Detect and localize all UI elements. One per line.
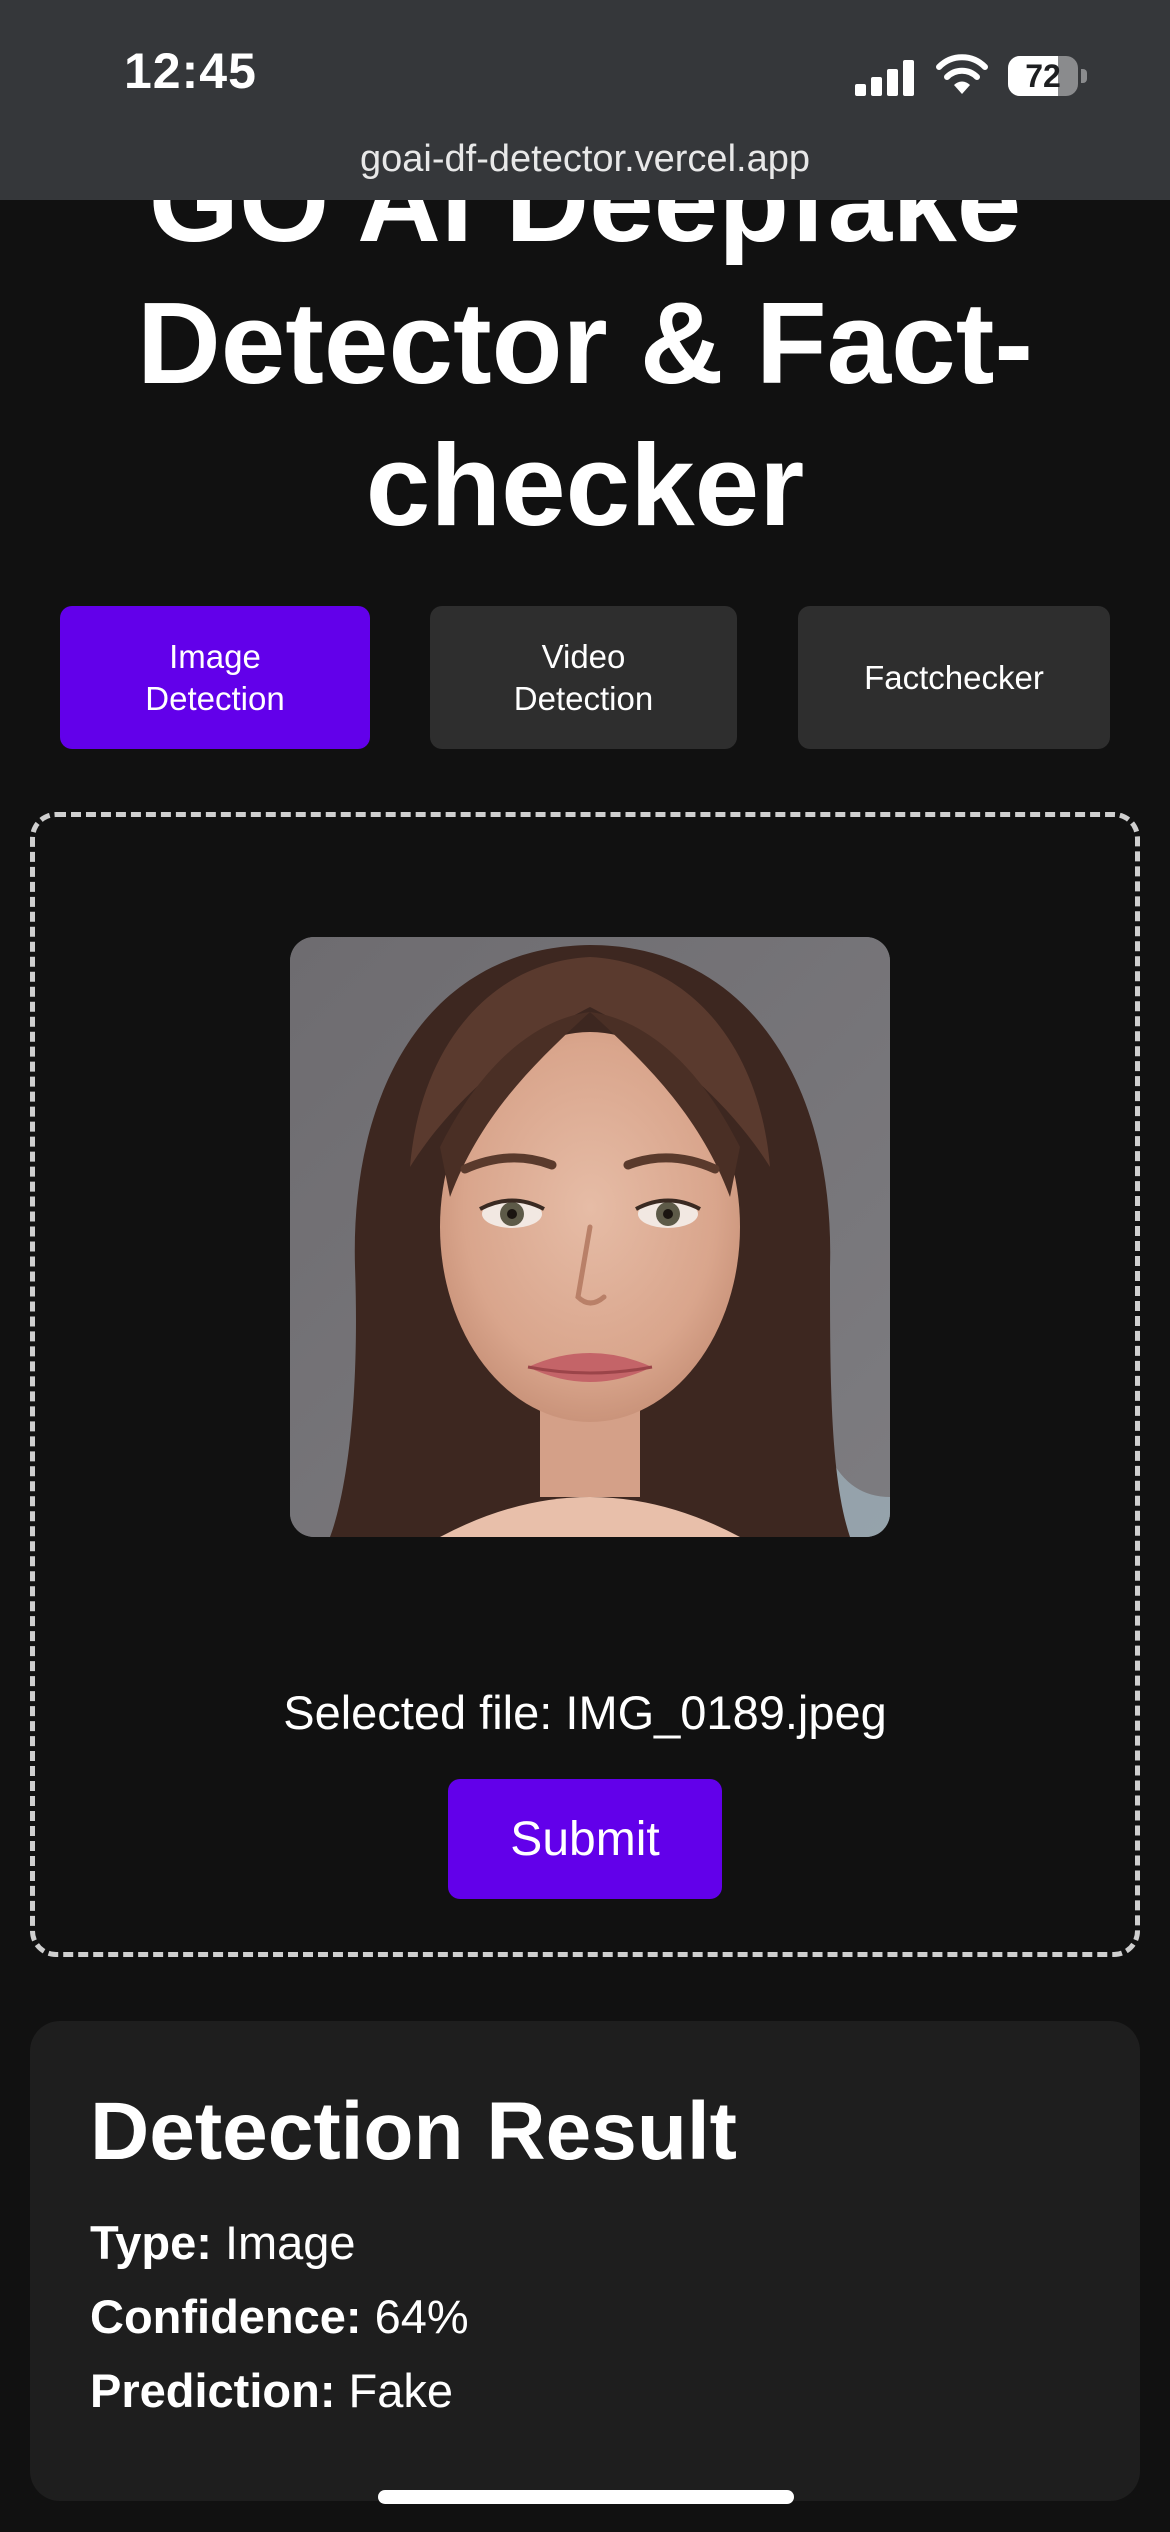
tab-label: Image Detection: [145, 637, 285, 717]
battery-percentage: 72: [1025, 58, 1061, 94]
tab-factchecker[interactable]: Factchecker: [798, 606, 1110, 749]
result-confidence-label: Confidence:: [90, 2290, 362, 2343]
face-photo-image: [290, 937, 890, 1537]
page-title-line-3: checker: [365, 420, 805, 550]
detection-tabs: Image Detection Video Detection Factchec…: [60, 606, 1110, 749]
cellular-signal-icon: [855, 58, 917, 96]
result-prediction-row: Prediction: Fake: [90, 2363, 453, 2418]
upload-dropzone[interactable]: Selected file: IMG_0189.jpeg Submit: [30, 812, 1140, 1957]
page-title-line-2: Detector & Fact-: [137, 278, 1033, 408]
tab-label: Video Detection: [513, 637, 654, 717]
result-prediction-label: Prediction:: [90, 2364, 336, 2417]
url-bar[interactable]: goai-df-detector.vercel.app: [0, 138, 1170, 181]
result-confidence-value: 64%: [374, 2290, 469, 2343]
battery-icon: 72: [1008, 56, 1088, 96]
tab-video-detection[interactable]: Video Detection: [430, 606, 737, 749]
status-time: 12:45: [124, 43, 257, 99]
result-title: Detection Result: [90, 2086, 737, 2177]
detection-result-card: Detection Result Type: Image Confidence:…: [30, 2021, 1140, 2501]
page: GO AI Deepfake Detector & Fact- checker …: [0, 0, 1170, 2532]
selected-file-label: Selected file: IMG_0189.jpeg: [283, 1686, 887, 1739]
result-type-label: Type:: [90, 2216, 212, 2269]
result-prediction-value: Fake: [348, 2364, 454, 2417]
wifi-icon: [936, 54, 988, 94]
result-type-value: Image: [224, 2216, 356, 2269]
result-type-row: Type: Image: [90, 2215, 356, 2270]
result-confidence-row: Confidence: 64%: [90, 2289, 469, 2344]
browser-bar: 12:45 72 goai-df-detector.vercel.app: [0, 0, 1170, 200]
home-indicator[interactable]: [378, 2490, 794, 2504]
tab-image-detection[interactable]: Image Detection: [60, 606, 370, 749]
tab-label: Factchecker: [864, 658, 1044, 696]
image-preview: [290, 937, 890, 1537]
submit-button[interactable]: Submit: [448, 1779, 722, 1899]
